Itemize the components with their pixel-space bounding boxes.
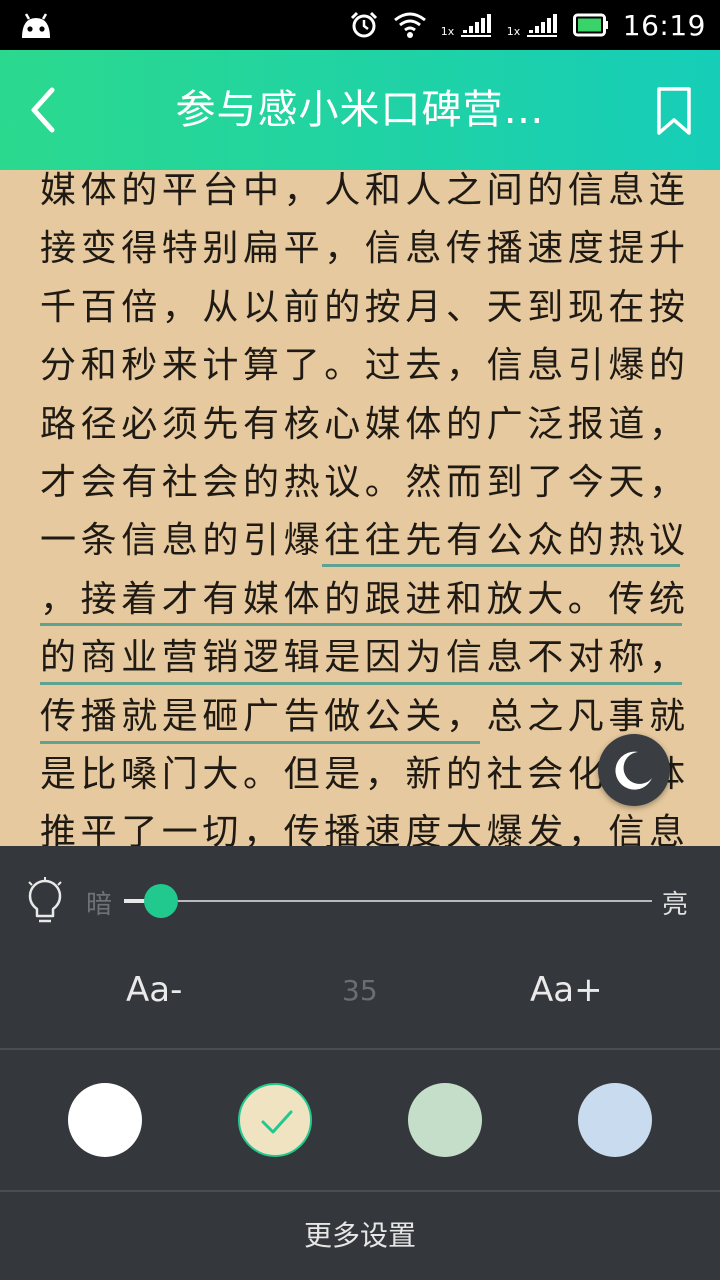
signal-sim2: 1x xyxy=(507,10,559,40)
clock: 16:19 xyxy=(622,8,706,42)
battery-icon xyxy=(572,13,608,37)
font-increase-button[interactable]: Aa+ xyxy=(530,970,603,1010)
brightness-dim-label: 暗 xyxy=(86,890,113,920)
text-line: 千百倍，从以前的按月、天到现在按 xyxy=(40,286,690,328)
signal-sim1: 1x xyxy=(441,10,493,40)
alarm-icon xyxy=(350,11,377,38)
bookmark-icon[interactable] xyxy=(656,86,692,136)
text-line: 分和秒来计算了。过去，信息引爆的 xyxy=(40,345,690,387)
text-line: 的商业营销逻辑是因为信息不对称， xyxy=(40,637,690,679)
page-text: 媒体的平台中，人和人之间的信息连 接变得特别扁平，信息传播速度提升 千百倍，从以… xyxy=(40,170,690,846)
text-line: 媒体的平台中，人和人之间的信息连 xyxy=(40,170,690,211)
font-decrease-button[interactable]: Aa- xyxy=(126,970,182,1010)
theme-parchment-button[interactable] xyxy=(238,1083,312,1157)
highlight-underline[interactable] xyxy=(40,682,682,685)
reader-settings-panel: 暗 亮 Aa- 35 Aa+ 更多设置 xyxy=(0,846,720,1280)
text-line: 是比嗓门大。但是，新的社会化媒体 xyxy=(40,753,690,795)
lightbulb-icon xyxy=(28,877,62,923)
theme-white-button[interactable] xyxy=(68,1083,142,1157)
signal-icon xyxy=(526,14,557,37)
brightness-slider[interactable] xyxy=(124,900,652,902)
status-bar: 1x 1x 16:19 xyxy=(0,0,720,50)
highlight-underline[interactable] xyxy=(322,564,680,567)
brightness-bright-label: 亮 xyxy=(662,890,689,920)
brightness-slider-thumb[interactable] xyxy=(143,884,178,918)
highlight-underline[interactable] xyxy=(40,623,682,626)
text-line: 接变得特别扁平，信息传播速度提升 xyxy=(40,228,690,270)
moon-icon xyxy=(615,751,652,790)
signal-icon xyxy=(460,14,491,37)
highlight-underline[interactable] xyxy=(40,741,480,744)
more-settings-button[interactable]: 更多设置 xyxy=(0,1192,720,1280)
check-icon xyxy=(261,1110,293,1134)
reader-header: 参与感小米口碑营… xyxy=(0,50,720,170)
divider xyxy=(0,1048,720,1050)
wifi-icon xyxy=(393,12,426,38)
text-line: 才会有社会的热议。然而到了今天， xyxy=(40,461,690,503)
text-line: 一条信息的引爆往往先有公众的热议 xyxy=(40,520,690,562)
chevron-left-icon[interactable] xyxy=(22,80,82,140)
android-icon xyxy=(22,13,50,38)
book-title: 参与感小米口碑营… xyxy=(175,87,545,133)
text-line: 传播就是砸广告做公关，总之凡事就 xyxy=(40,695,690,737)
theme-green-button[interactable] xyxy=(408,1083,482,1157)
night-mode-button[interactable] xyxy=(598,734,670,806)
font-size-value: 35 xyxy=(342,974,378,1007)
text-line: ，接着才有媒体的跟进和放大。传统 xyxy=(40,578,690,620)
theme-blue-button[interactable] xyxy=(578,1083,652,1157)
text-line: 推平了一切，传播速度大爆发，信息 xyxy=(40,812,690,846)
text-line: 路径必须先有核心媒体的广泛报道， xyxy=(40,403,690,445)
